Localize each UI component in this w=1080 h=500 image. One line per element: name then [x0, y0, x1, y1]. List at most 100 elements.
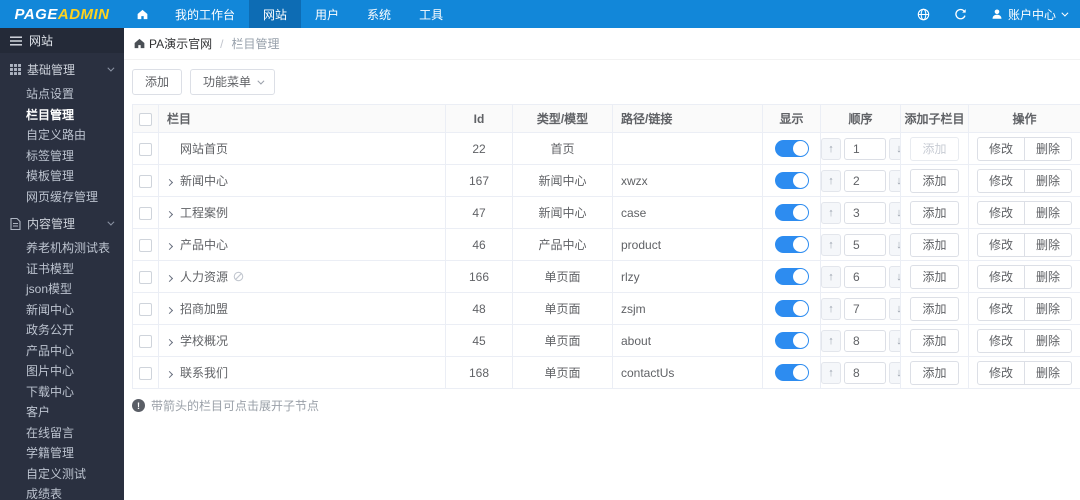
sidebar-item[interactable]: 标签管理	[0, 146, 124, 167]
visibility-toggle[interactable]	[774, 236, 809, 253]
expand-arrow[interactable]	[165, 270, 180, 284]
add-child-button[interactable]: 添加	[910, 296, 959, 321]
sidebar-item[interactable]: 模板管理	[0, 166, 124, 187]
expand-arrow[interactable]	[165, 366, 180, 380]
order-input[interactable]	[844, 297, 886, 320]
order-up-button[interactable]: ↑	[821, 169, 841, 192]
sidebar-group-title[interactable]: 内容管理	[0, 207, 124, 238]
globe-icon[interactable]	[917, 8, 930, 21]
row-checkbox[interactable]	[139, 366, 152, 380]
sidebar-item[interactable]: json模型	[0, 279, 124, 300]
order-up-button[interactable]: ↑	[821, 137, 841, 160]
sidebar-item[interactable]: 学籍管理	[0, 443, 124, 464]
order-down-button[interactable]: ↓	[889, 137, 900, 160]
visibility-toggle[interactable]	[774, 332, 809, 349]
home-nav-button[interactable]	[124, 0, 161, 28]
add-child-button[interactable]: 添加	[910, 168, 959, 193]
order-down-button[interactable]: ↓	[889, 297, 900, 320]
refresh-icon[interactable]	[954, 8, 967, 21]
expand-arrow[interactable]	[165, 302, 180, 316]
order-up-button[interactable]: ↑	[821, 361, 841, 384]
account-menu[interactable]: 账户中心	[991, 6, 1069, 23]
order-down-button[interactable]: ↓	[889, 233, 900, 256]
order-down-button[interactable]: ↓	[889, 361, 900, 384]
edit-button[interactable]: 修改	[976, 296, 1025, 321]
order-down-button[interactable]: ↓	[889, 169, 900, 192]
edit-button[interactable]: 修改	[976, 168, 1025, 193]
sidebar-item[interactable]: 网页缓存管理	[0, 187, 124, 208]
sidebar-item[interactable]: 自定义测试	[0, 464, 124, 485]
visibility-toggle[interactable]	[774, 364, 809, 381]
sidebar-item[interactable]: 站点设置	[0, 84, 124, 105]
breadcrumb-site[interactable]: PA演示官网	[149, 35, 212, 52]
order-down-button[interactable]: ↓	[889, 265, 900, 288]
order-down-button[interactable]: ↓	[889, 201, 900, 224]
visibility-toggle[interactable]	[774, 204, 809, 221]
edit-button[interactable]: 修改	[976, 328, 1025, 353]
order-up-button[interactable]: ↑	[821, 201, 841, 224]
sidebar-group-title[interactable]: 基础管理	[0, 53, 124, 84]
edit-button[interactable]: 修改	[976, 360, 1025, 385]
add-child-button[interactable]: 添加	[910, 360, 959, 385]
topnav-item[interactable]: 用户	[301, 0, 353, 28]
expand-arrow[interactable]	[165, 206, 180, 220]
delete-button[interactable]: 删除	[1024, 168, 1073, 193]
select-all-checkbox[interactable]	[139, 112, 152, 126]
add-child-button[interactable]: 添加	[910, 136, 959, 161]
sidebar-item[interactable]: 养老机构测试表	[0, 238, 124, 259]
topnav-item[interactable]: 系统	[353, 0, 405, 28]
order-input[interactable]	[844, 233, 886, 256]
delete-button[interactable]: 删除	[1024, 264, 1073, 289]
delete-button[interactable]: 删除	[1024, 232, 1073, 257]
sidebar-item[interactable]: 图片中心	[0, 361, 124, 382]
row-checkbox[interactable]	[139, 270, 152, 284]
add-button[interactable]: 添加	[132, 69, 183, 95]
order-down-button[interactable]: ↓	[889, 329, 900, 352]
edit-button[interactable]: 修改	[976, 264, 1025, 289]
sidebar-item[interactable]: 栏目管理	[0, 105, 124, 126]
delete-button[interactable]: 删除	[1024, 296, 1073, 321]
topnav-item[interactable]: 我的工作台	[161, 0, 249, 28]
delete-button[interactable]: 删除	[1024, 360, 1073, 385]
add-child-button[interactable]: 添加	[910, 264, 959, 289]
visibility-toggle[interactable]	[774, 300, 809, 317]
expand-arrow[interactable]	[165, 238, 180, 252]
add-child-button[interactable]: 添加	[910, 328, 959, 353]
edit-button[interactable]: 修改	[976, 136, 1025, 161]
order-input[interactable]	[844, 169, 886, 192]
order-input[interactable]	[844, 361, 886, 384]
visibility-toggle[interactable]	[774, 172, 809, 189]
order-up-button[interactable]: ↑	[821, 329, 841, 352]
sidebar-item[interactable]: 证书模型	[0, 259, 124, 280]
row-checkbox[interactable]	[139, 302, 152, 316]
row-checkbox[interactable]	[139, 142, 152, 156]
add-child-button[interactable]: 添加	[910, 232, 959, 257]
topnav-item[interactable]: 工具	[405, 0, 457, 28]
sidebar-item[interactable]: 下载中心	[0, 382, 124, 403]
sidebar-item[interactable]: 在线留言	[0, 423, 124, 444]
edit-button[interactable]: 修改	[976, 200, 1025, 225]
expand-arrow[interactable]	[165, 174, 180, 188]
delete-button[interactable]: 删除	[1024, 328, 1073, 353]
order-input[interactable]	[844, 265, 886, 288]
sidebar-item[interactable]: 政务公开	[0, 320, 124, 341]
order-up-button[interactable]: ↑	[821, 233, 841, 256]
sidebar-item[interactable]: 新闻中心	[0, 300, 124, 321]
order-input[interactable]	[844, 137, 886, 160]
sidebar-item[interactable]: 客户	[0, 402, 124, 423]
order-input[interactable]	[844, 329, 886, 352]
visibility-toggle[interactable]	[774, 268, 809, 285]
order-up-button[interactable]: ↑	[821, 265, 841, 288]
expand-arrow[interactable]	[165, 334, 180, 348]
order-input[interactable]	[844, 201, 886, 224]
sidebar-item[interactable]: 自定义路由	[0, 125, 124, 146]
delete-button[interactable]: 删除	[1024, 136, 1073, 161]
add-child-button[interactable]: 添加	[910, 200, 959, 225]
expand-arrow[interactable]	[167, 142, 180, 156]
order-up-button[interactable]: ↑	[821, 297, 841, 320]
row-checkbox[interactable]	[139, 206, 152, 220]
sidebar-item[interactable]: 成绩表	[0, 484, 124, 500]
visibility-toggle[interactable]	[774, 140, 809, 157]
edit-button[interactable]: 修改	[976, 232, 1025, 257]
row-checkbox[interactable]	[139, 334, 152, 348]
